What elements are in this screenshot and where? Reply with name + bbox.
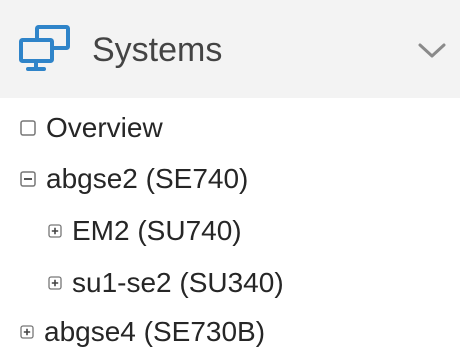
tree-item-em2[interactable]: EM2 (SU740): [48, 210, 242, 252]
tree-item-label: abgse2 (SE740): [46, 163, 249, 194]
tree-item-su1-se2[interactable]: su1-se2 (SU340): [48, 262, 284, 304]
expand-plus-icon[interactable]: [48, 276, 62, 290]
collapse-minus-icon[interactable]: [20, 171, 36, 187]
expand-plus-icon[interactable]: [48, 224, 62, 238]
expand-plus-icon[interactable]: [20, 325, 34, 339]
monitor-network-icon: [19, 25, 70, 71]
chevron-down-icon[interactable]: [416, 40, 448, 62]
checkbox-icon[interactable]: [20, 120, 36, 136]
tree-item-label: EM2 (SU740): [72, 215, 242, 246]
tree-item-abgse2[interactable]: abgse2 (SE740): [20, 158, 248, 200]
tree-item-overview[interactable]: Overview: [20, 107, 163, 149]
systems-panel-header[interactable]: Systems: [0, 0, 460, 98]
tree-item-label: abgse4 (SE730B): [44, 316, 266, 347]
tree-item-label: su1-se2 (SU340): [72, 267, 284, 298]
tree-item-abgse4[interactable]: abgse4 (SE730B): [20, 311, 265, 353]
tree-item-label: Overview: [46, 112, 163, 143]
panel-title: Systems: [92, 31, 223, 69]
